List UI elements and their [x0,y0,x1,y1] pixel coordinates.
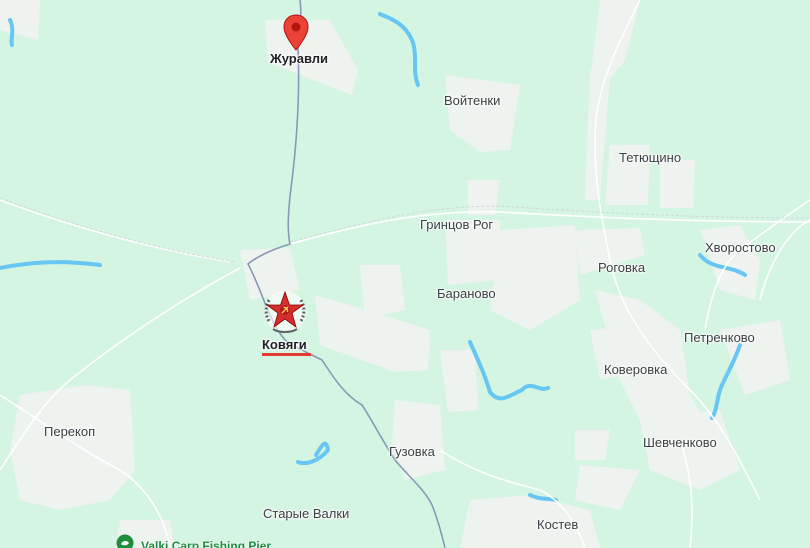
place-label-perekop[interactable]: Перекоп [44,425,95,438]
place-label-koverovka[interactable]: Коверовка [604,363,667,376]
place-label-zhuravli[interactable]: Журавли [270,52,328,65]
map-pin-icon[interactable] [283,14,309,52]
place-label-khvorostovo[interactable]: Хворостово [705,241,776,254]
place-label-baranovo[interactable]: Бараново [437,287,496,300]
place-label-kostev[interactable]: Костев [537,518,578,531]
place-label-shevchenkovo[interactable]: Шевченково [643,436,717,449]
kovyagi-underline [262,353,311,356]
place-label-petrenkovo[interactable]: Петренково [684,331,755,344]
place-label-voytenki[interactable]: Войтенки [444,94,500,107]
map-canvas[interactable]: Журавли Войтенки Тетющино Гринцов Рог Хв… [0,0,810,548]
place-label-tetyushchino[interactable]: Тетющино [619,151,681,164]
poi-label-fishing-pier[interactable]: Valki Carp Fishing Pier [141,539,271,548]
place-label-starye-valki[interactable]: Старые Валки [263,507,349,520]
place-label-rogovka[interactable]: Роговка [598,261,645,274]
place-label-kovyagi[interactable]: Ковяги [262,338,307,351]
fishing-poi-icon[interactable] [116,534,134,548]
map-base-layer [0,0,810,548]
soviet-star-emblem-icon[interactable] [261,289,309,335]
place-label-grintsov-rog[interactable]: Гринцов Рог [420,218,493,231]
place-label-guzovka[interactable]: Гузовка [389,445,435,458]
